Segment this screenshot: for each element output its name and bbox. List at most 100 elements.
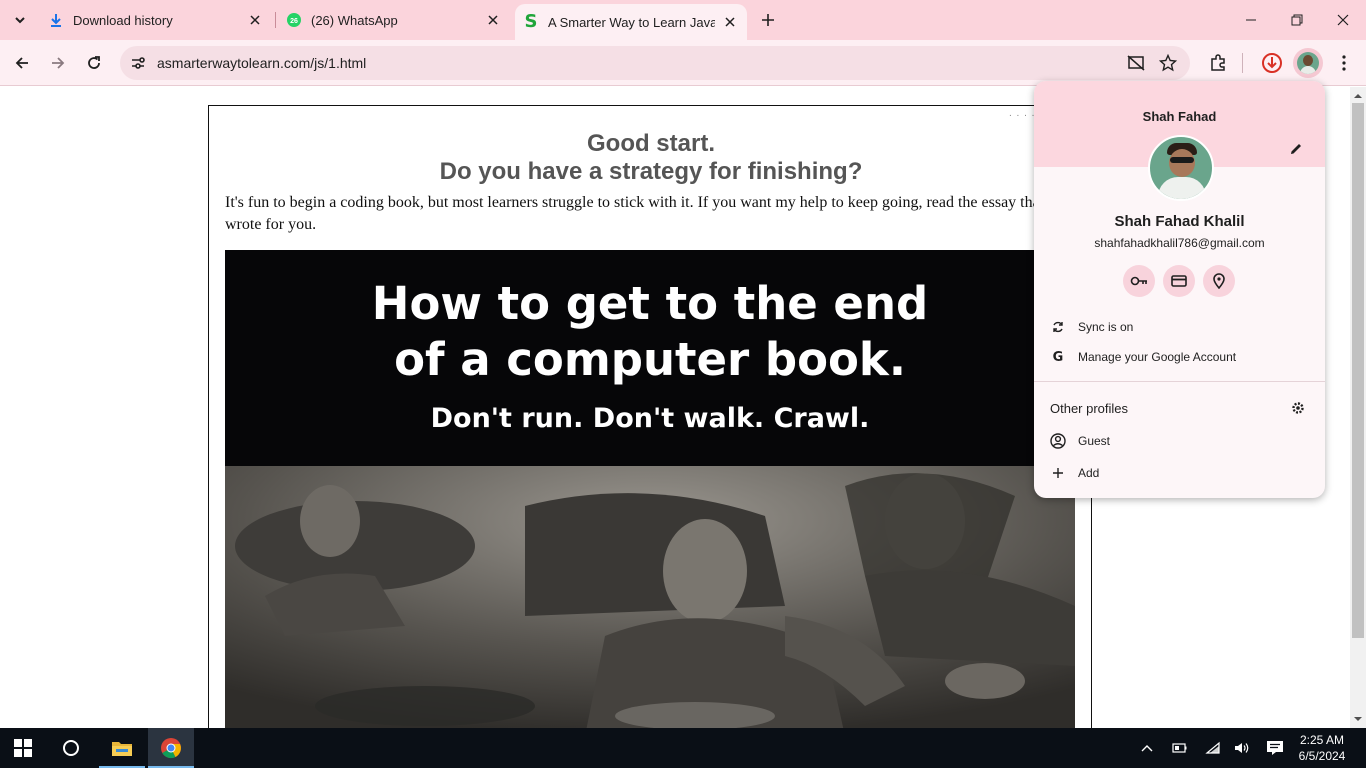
whatsapp-badge: 26 (290, 18, 298, 25)
reload-icon (88, 56, 100, 69)
battery-tray-button[interactable] (1168, 738, 1190, 758)
close-tab-icon[interactable] (721, 13, 739, 31)
profile-header-name: Shah Fahad (1142, 109, 1217, 124)
profile-avatar (1148, 135, 1214, 201)
cortana-button[interactable] (48, 728, 94, 768)
notification-icon (1267, 741, 1283, 755)
reload-button[interactable] (80, 49, 108, 77)
clock-time: 2:25 AM (1299, 733, 1345, 747)
file-explorer-taskbar-button[interactable] (99, 728, 145, 768)
site-info-icon[interactable] (126, 51, 150, 75)
location-pin-icon (1213, 273, 1225, 289)
scrollbar-thumb[interactable] (1352, 103, 1364, 638)
essay-banner[interactable]: How to get to the end of a computer book… (225, 250, 1075, 466)
pencil-icon (1291, 144, 1301, 154)
minimize-icon (1246, 19, 1256, 21)
extensions-button[interactable] (1204, 49, 1232, 77)
sync-status-row[interactable]: Sync is on (1034, 312, 1325, 342)
gear-icon (1292, 402, 1304, 414)
ellipsis-decoration: . . . . (1009, 108, 1036, 119)
folder-icon (112, 742, 132, 756)
profile-button[interactable] (1293, 48, 1323, 78)
download-icon (48, 12, 64, 28)
heading-strategy: Do you have a strategy for finishing? (439, 158, 863, 185)
manage-account-label: Manage your Google Account (1078, 350, 1237, 364)
mud-crawl-photo[interactable] (225, 466, 1075, 728)
speaker-icon (1235, 743, 1249, 753)
clock-date: 6/5/2024 (1298, 749, 1346, 763)
chevron-down-icon (15, 17, 25, 24)
whatsapp-icon: 26 (286, 12, 302, 28)
forward-button[interactable] (44, 49, 72, 77)
start-button[interactable] (0, 728, 46, 768)
action-center-button[interactable] (1264, 738, 1286, 758)
sync-icon (1050, 319, 1066, 335)
content-frame: . . . . Good start. Do you have a strate… (208, 105, 1092, 728)
back-arrow-icon (15, 57, 28, 69)
close-icon (1337, 14, 1349, 26)
tab-title: Download history (73, 12, 173, 28)
vertical-scrollbar[interactable] (1350, 87, 1366, 728)
address-bar[interactable]: asmarterwaytolearn.com/js/1.html (120, 46, 1190, 80)
add-label: Add (1078, 466, 1100, 480)
payment-methods-button[interactable] (1163, 265, 1195, 297)
show-hidden-icons-button[interactable] (1136, 738, 1158, 758)
back-button[interactable] (8, 49, 36, 77)
close-tab-icon[interactable] (484, 11, 502, 29)
guest-profile-row[interactable]: Guest (1034, 426, 1325, 456)
sync-label: Sync is on (1078, 320, 1134, 334)
windows-logo-icon (14, 739, 32, 757)
new-tab-button[interactable] (756, 8, 780, 32)
bookmark-star-icon[interactable] (1156, 51, 1180, 75)
key-icon (1130, 276, 1147, 286)
guest-avatar-icon (1050, 433, 1066, 449)
credit-card-icon (1171, 275, 1187, 287)
tab-strip: Download history 26 (26) WhatsApp S A Sm… (0, 0, 1366, 40)
menu-divider (1034, 381, 1325, 382)
cast-blocked-icon[interactable] (1124, 51, 1148, 75)
chrome-menu-button[interactable] (1330, 49, 1358, 77)
heading-good-start: Good start. (586, 130, 715, 157)
tab-whatsapp[interactable]: 26 (26) WhatsApp (278, 0, 510, 40)
profile-full-name: Shah Fahad Khalil (1114, 213, 1245, 230)
smarter-way-icon: S (524, 11, 538, 32)
toolbar-divider (1242, 53, 1243, 73)
passwords-button[interactable] (1123, 265, 1155, 297)
close-window-button[interactable] (1320, 0, 1366, 40)
avatar-small (1297, 52, 1319, 74)
system-clock[interactable]: 2:25 AM 6/5/2024 (1290, 732, 1354, 764)
banner-line-1: How to get to the end (371, 277, 929, 330)
manage-account-row[interactable]: G Manage your Google Account (1034, 342, 1325, 372)
network-tray-button[interactable] (1202, 738, 1224, 758)
addresses-button[interactable] (1203, 265, 1235, 297)
volume-tray-button[interactable] (1231, 738, 1253, 758)
banner-line-3: Don't run. Don't walk. Crawl. (430, 403, 870, 434)
add-profile-row[interactable]: Add (1034, 458, 1325, 488)
profile-email: shahfahadkhalil786@gmail.com (1094, 236, 1265, 250)
windows-taskbar: 2:25 AM 6/5/2024 (0, 728, 1366, 768)
chrome-taskbar-button[interactable] (148, 728, 194, 768)
minimize-button[interactable] (1228, 0, 1274, 40)
intro-paragraph: It's fun to begin a coding book, but mos… (225, 194, 1054, 233)
restore-button[interactable] (1274, 0, 1320, 40)
toolbar: asmarterwaytolearn.com/js/1.html (0, 40, 1366, 86)
banner-line-2: of a computer book. (394, 333, 906, 386)
tab-search-button[interactable] (6, 6, 34, 34)
url-text[interactable]: asmarterwaytolearn.com/js/1.html (157, 55, 366, 71)
tab-smarter-way[interactable]: S A Smarter Way to Learn JavaScript (515, 4, 747, 40)
edit-profile-button[interactable] (1284, 137, 1308, 161)
more-vertical-icon (1342, 55, 1346, 71)
restore-icon (1291, 14, 1303, 26)
guest-label: Guest (1078, 434, 1111, 448)
chevron-up-icon (1141, 745, 1153, 752)
tab-download-history[interactable]: Download history (40, 0, 272, 40)
other-profiles-heading: Other profiles (1050, 401, 1129, 416)
tab-title: A Smarter Way to Learn JavaScript (548, 14, 715, 30)
downloads-button[interactable] (1258, 49, 1286, 77)
tab-title: (26) WhatsApp (311, 12, 398, 28)
scroll-up-arrow-icon (1354, 94, 1362, 98)
plus-icon (1050, 465, 1066, 481)
manage-profiles-button[interactable] (1288, 398, 1308, 418)
chrome-icon (161, 738, 181, 759)
close-tab-icon[interactable] (246, 11, 264, 29)
